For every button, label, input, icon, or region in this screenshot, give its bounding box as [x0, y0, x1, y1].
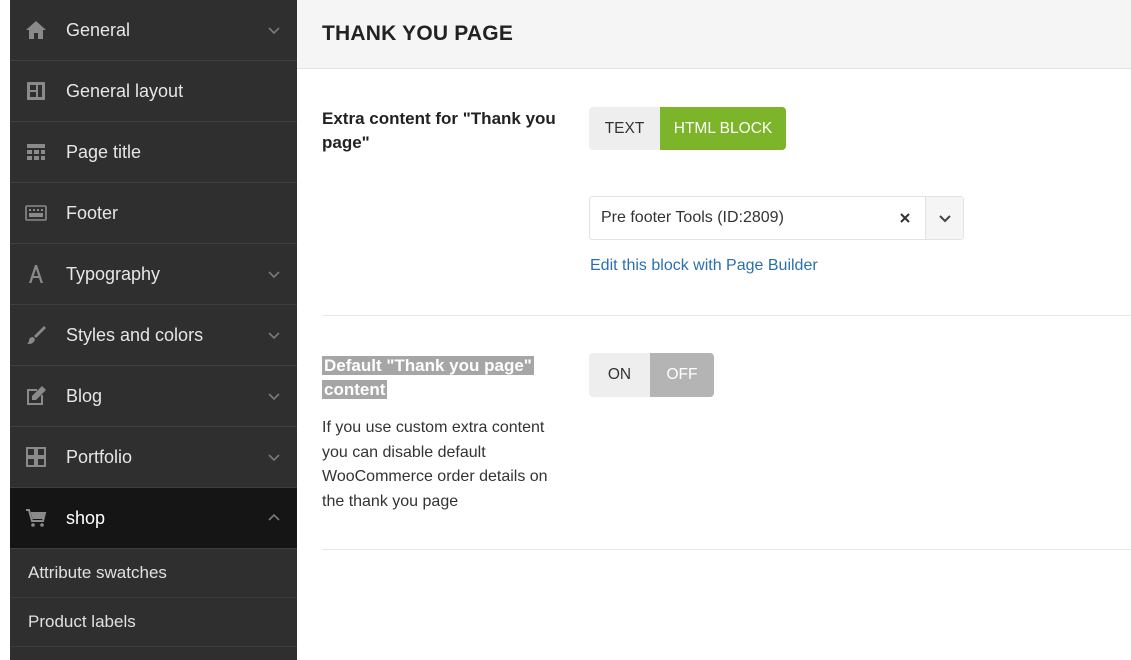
default-content-title: Default "Thank you page" content: [322, 354, 562, 402]
content-type-toggle: TEXT HTML BLOCK: [589, 107, 786, 150]
home-icon: [24, 18, 48, 42]
extra-content-title: Extra content for "Thank you page": [322, 109, 556, 152]
sidebar-item-general-layout[interactable]: General layout: [10, 61, 297, 122]
page-title-icon: [24, 140, 48, 164]
sidebar-item-portfolio[interactable]: Portfolio: [10, 427, 297, 488]
window-edge: [0, 0, 10, 660]
sidebar-item-typography[interactable]: Typography: [10, 244, 297, 305]
sidebar-item-blog[interactable]: Blog: [10, 366, 297, 427]
sidebar-item-shop[interactable]: shop: [10, 488, 297, 549]
layout-icon: [24, 79, 48, 103]
page-header: THANK YOU PAGE: [297, 0, 1131, 69]
default-content-section: Default "Thank you page" content If you …: [322, 316, 1131, 550]
sidebar-item-label: Page title: [66, 141, 142, 162]
default-content-description: If you use custom extra content you can …: [322, 419, 548, 510]
sidebar-subitem-attribute-swatches[interactable]: Attribute swatches: [10, 549, 297, 598]
chevron-down-icon[interactable]: [267, 267, 281, 281]
sidebar-item-page-title[interactable]: Page title: [10, 122, 297, 183]
chevron-down-icon[interactable]: [267, 450, 281, 464]
settings-sidebar: General General layout Page title Footer…: [10, 0, 297, 660]
sidebar-item-styles-and-colors[interactable]: Styles and colors: [10, 305, 297, 366]
page-title: THANK YOU PAGE: [322, 22, 514, 45]
default-content-toggle: ON OFF: [589, 353, 714, 397]
default-content-title-text: Default "Thank you page" content: [322, 356, 534, 399]
clear-icon[interactable]: [896, 209, 914, 227]
html-block-option-button[interactable]: HTML BLOCK: [660, 107, 786, 150]
extra-content-section: Extra content for "Thank you page" TEXT …: [322, 69, 1131, 316]
select-value: Pre footer Tools (ID:2809): [601, 209, 784, 226]
chevron-down-icon[interactable]: [267, 23, 281, 37]
footer-icon: [24, 201, 48, 225]
sidebar-item-footer[interactable]: Footer: [10, 183, 297, 244]
sidebar-item-label: General layout: [66, 80, 184, 101]
chevron-down-icon[interactable]: [267, 328, 281, 342]
text-option-button[interactable]: TEXT: [589, 107, 660, 150]
on-option-button[interactable]: ON: [589, 353, 650, 397]
edit-icon: [24, 384, 48, 408]
chevron-down-icon[interactable]: [925, 197, 963, 239]
settings-main: THANK YOU PAGE Extra content for "Thank …: [297, 0, 1131, 660]
chevron-down-icon[interactable]: [267, 389, 281, 403]
sidebar-item-general[interactable]: General: [10, 0, 297, 61]
sidebar-subitem-product-labels[interactable]: Product labels: [10, 598, 297, 647]
sidebar-item-label: Blog: [66, 385, 103, 406]
sidebar-item-label: Styles and colors: [66, 324, 204, 345]
sidebar-item-label: Portfolio: [66, 446, 133, 467]
sidebar-item-label: shop: [66, 507, 106, 528]
html-block-select[interactable]: Pre footer Tools (ID:2809): [589, 196, 964, 240]
edit-with-page-builder-link[interactable]: Edit this block with Page Builder: [590, 257, 818, 275]
off-option-button[interactable]: OFF: [650, 353, 714, 397]
typography-icon: [24, 262, 48, 286]
sidebar-item-label: Typography: [66, 263, 161, 284]
cart-icon: [24, 506, 48, 530]
sidebar-item-label: Footer: [66, 202, 119, 223]
chevron-up-icon[interactable]: [267, 511, 281, 525]
grid-icon: [24, 445, 48, 469]
sidebar-item-label: General: [66, 19, 131, 40]
brush-icon: [24, 323, 48, 347]
